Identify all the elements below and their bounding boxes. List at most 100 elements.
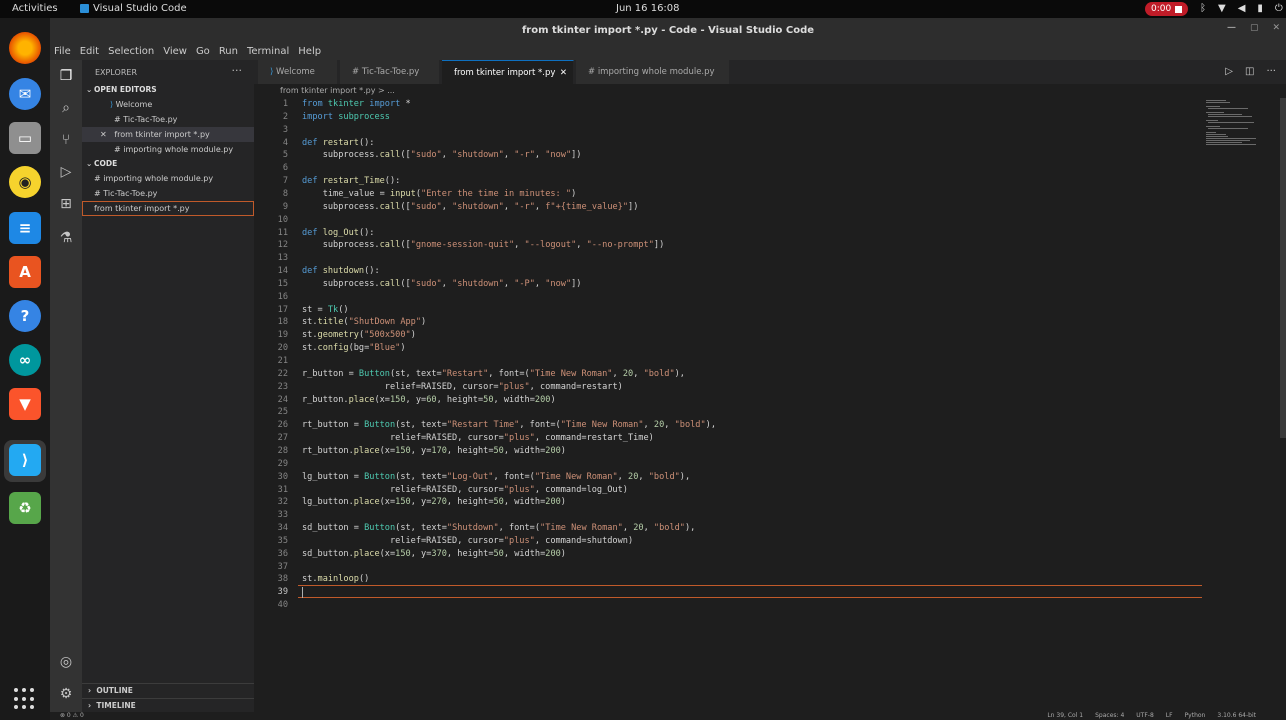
wifi-icon[interactable]: ▼ [1218,3,1226,14]
code-line[interactable]: st = Tk() [302,304,349,317]
code-line[interactable]: import subprocess [302,111,390,124]
code-line[interactable]: sd_button = Button(st, text="Shutdown", … [302,522,695,535]
code-line[interactable]: rt_button.place(x=150, y=170, height=50,… [302,445,566,458]
battery-icon[interactable]: ▮ [1257,3,1263,14]
files-icon[interactable]: ▭ [9,122,41,154]
close-editor-icon[interactable]: ✕ [100,130,107,139]
close-icon[interactable]: ✕ [1272,23,1280,33]
open-editor-importing[interactable]: # importing whole module.py [82,142,254,157]
open-editor-tictactoe[interactable]: # Tic-Tac-Toe.py [82,112,254,127]
trash-icon[interactable]: ♻ [9,492,41,524]
code-line[interactable]: time_value = input("Enter the time in mi… [302,188,577,201]
open-editor-tkinter[interactable]: ✕ from tkinter import *.py [82,127,254,142]
end-of-line[interactable]: LF [1166,712,1173,719]
outline-section[interactable]: › OUTLINE [82,683,254,697]
indentation[interactable]: Spaces: 4 [1095,712,1124,719]
open-editors-section[interactable]: ⌄ OPEN EDITORS [82,83,254,97]
code-line[interactable]: subprocess.call(["sudo", "shutdown", "-r… [302,149,582,162]
vertical-scrollbar[interactable] [1280,98,1286,438]
menu-view[interactable]: View [163,46,187,57]
source-control-icon[interactable]: ⑂ [58,132,74,148]
menu-run[interactable]: Run [219,46,238,57]
code-line[interactable]: subprocess.call(["sudo", "shutdown", "-P… [302,278,582,291]
rhythmbox-icon[interactable]: ◉ [9,166,41,198]
thunderbird-icon[interactable]: ✉ [9,78,41,110]
code-line[interactable]: lg_button = Button(st, text="Log-Out", f… [302,471,690,484]
code-line[interactable]: st.geometry("500x500") [302,329,416,342]
folder-code-section[interactable]: ⌄ CODE [82,157,254,171]
menu-edit[interactable]: Edit [80,46,99,57]
breadcrumb[interactable]: from tkinter import *.py > ... [280,86,395,95]
writer-icon[interactable]: ≡ [9,212,41,244]
split-editor-icon[interactable]: ◫ [1245,66,1254,77]
menu-selection[interactable]: Selection [108,46,154,57]
code-line[interactable]: st.title("ShutDown App") [302,316,426,329]
tab-tictactoe[interactable]: # Tic-Tac-Toe.py [340,60,440,84]
search-icon[interactable]: ⌕ [58,100,74,116]
cursor-position[interactable]: Ln 39, Col 1 [1047,712,1083,719]
menu-help[interactable]: Help [298,46,321,57]
code-line[interactable]: st.config(bg="Blue") [302,342,406,355]
volume-icon[interactable]: ◀ [1238,3,1246,14]
code-line[interactable]: relief=RAISED, cursor="plus", command=lo… [302,484,628,497]
app-menu[interactable]: Visual Studio Code [80,3,187,14]
screen-recording-indicator[interactable]: 0:00 [1145,2,1189,16]
bluetooth-icon[interactable]: ᛒ [1200,3,1206,14]
minimize-icon[interactable]: — [1227,23,1236,33]
power-menu-icon[interactable]: ⏻ [1275,3,1283,14]
testing-icon[interactable]: ⚗ [58,230,74,246]
code-line[interactable]: from tkinter import * [302,98,411,111]
timeline-section[interactable]: › TIMELINE [82,698,254,712]
file-tictactoe[interactable]: # Tic-Tac-Toe.py [82,186,254,201]
open-editor-welcome[interactable]: ⟩ Welcome [82,97,254,112]
close-tab-icon[interactable]: ✕ [560,61,567,85]
help-icon[interactable]: ? [9,300,41,332]
tab-welcome[interactable]: ⟩ Welcome [258,60,338,84]
code-line[interactable]: r_button = Button(st, text="Restart", fo… [302,368,685,381]
code-line[interactable]: def restart_Time(): [302,175,400,188]
code-line[interactable]: relief=RAISED, cursor="plus", command=re… [302,432,654,445]
code-line[interactable]: lg_button.place(x=150, y=270, height=50,… [302,496,566,509]
window-title-bar[interactable]: from tkinter import *.py - Code - Visual… [50,18,1286,43]
vscode-dock-icon[interactable]: ⟩ [9,444,41,476]
code-line[interactable]: relief=RAISED, cursor="plus", command=re… [302,381,623,394]
brave-icon[interactable]: ▼ [9,388,41,420]
more-actions-icon[interactable]: ··· [1266,66,1276,77]
code-line[interactable]: sd_button.place(x=150, y=370, height=50,… [302,548,566,561]
menu-file[interactable]: File [54,46,71,57]
code-line[interactable]: subprocess.call(["gnome-session-quit", "… [302,239,665,252]
extensions-icon[interactable]: ⊞ [58,196,74,212]
accounts-icon[interactable]: ◎ [58,654,74,670]
system-tray[interactable]: ᛒ ▼ ◀ ▮ ⏻ [1200,3,1283,14]
code-line[interactable]: def restart(): [302,137,374,150]
app-center-icon[interactable]: A [9,256,41,288]
tab-importing[interactable]: # importing whole module.py [576,60,730,84]
code-line[interactable]: def log_Out(): [302,227,374,240]
tab-tkinter[interactable]: from tkinter import *.py ✕ [442,60,574,84]
more-actions-icon[interactable]: ··· [232,64,243,77]
problems-indicator[interactable]: ⊗ 0 ⚠ 0 [60,712,84,719]
run-debug-icon[interactable]: ▷ [58,164,74,180]
code-line[interactable]: r_button.place(x=150, y=60, height=50, w… [302,394,556,407]
run-file-icon[interactable]: ▷ [1225,66,1233,77]
minimap[interactable] [1204,98,1284,148]
python-interpreter[interactable]: 3.10.6 64-bit [1217,712,1256,719]
code-line[interactable]: def shutdown(): [302,265,380,278]
activities-button[interactable]: Activities [12,3,58,14]
menu-go[interactable]: Go [196,46,210,57]
manage-gear-icon[interactable]: ⚙ [58,686,74,702]
language-mode[interactable]: Python [1185,712,1206,719]
firefox-icon[interactable] [9,32,41,64]
file-tkinter[interactable]: from tkinter import *.py [82,201,254,216]
code-line[interactable]: subprocess.call(["sudo", "shutdown", "-r… [302,201,639,214]
menu-terminal[interactable]: Terminal [247,46,289,57]
show-apps-icon[interactable] [14,688,36,710]
encoding[interactable]: UTF-8 [1136,712,1154,719]
code-line[interactable]: relief=RAISED, cursor="plus", command=sh… [302,535,633,548]
clock[interactable]: Jun 16 16:08 [616,3,680,14]
file-importing[interactable]: # importing whole module.py [82,171,254,186]
explorer-icon[interactable]: ❐ [58,68,74,84]
arduino-icon[interactable]: ∞ [9,344,41,376]
code-line[interactable]: rt_button = Button(st, text="Restart Tim… [302,419,716,432]
maximize-icon[interactable]: ▢ [1250,23,1259,33]
